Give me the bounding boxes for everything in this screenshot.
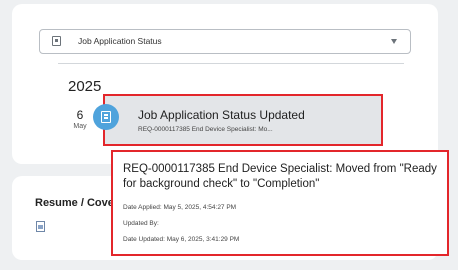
event-subtitle: REQ-0000117385 End Device Specialist: Mo… [138, 126, 273, 133]
resume-section-title: Resume / Cover [35, 197, 119, 209]
timeline-event-card[interactable]: Job Application Status Updated REQ-00001… [103, 94, 383, 146]
date-applied: Date Applied: May 5, 2025, 4:54:27 PM [123, 204, 237, 211]
activity-type-dropdown[interactable]: Job Application Status [39, 29, 411, 54]
updated-by: Updated By: [123, 220, 159, 227]
event-details-popup: REQ-0000117385 End Device Specialist: Mo… [111, 150, 449, 256]
timeline-date-day: 6 [76, 108, 84, 122]
chevron-down-icon[interactable] [391, 39, 397, 44]
event-description: REQ-0000117385 End Device Specialist: Mo… [123, 163, 437, 190]
event-title: Job Application Status Updated [138, 108, 305, 122]
timeline-dot [93, 104, 119, 130]
timeline-year: 2025 [68, 78, 102, 95]
timeline-date-month: May [73, 123, 87, 130]
divider [58, 63, 404, 64]
dropdown-selected-value: Job Application Status [78, 36, 162, 46]
date-updated: Date Updated: May 6, 2025, 3:41:29 PM [123, 236, 240, 243]
document-icon [52, 36, 61, 46]
document-icon [101, 111, 111, 123]
document-icon[interactable] [36, 221, 45, 232]
